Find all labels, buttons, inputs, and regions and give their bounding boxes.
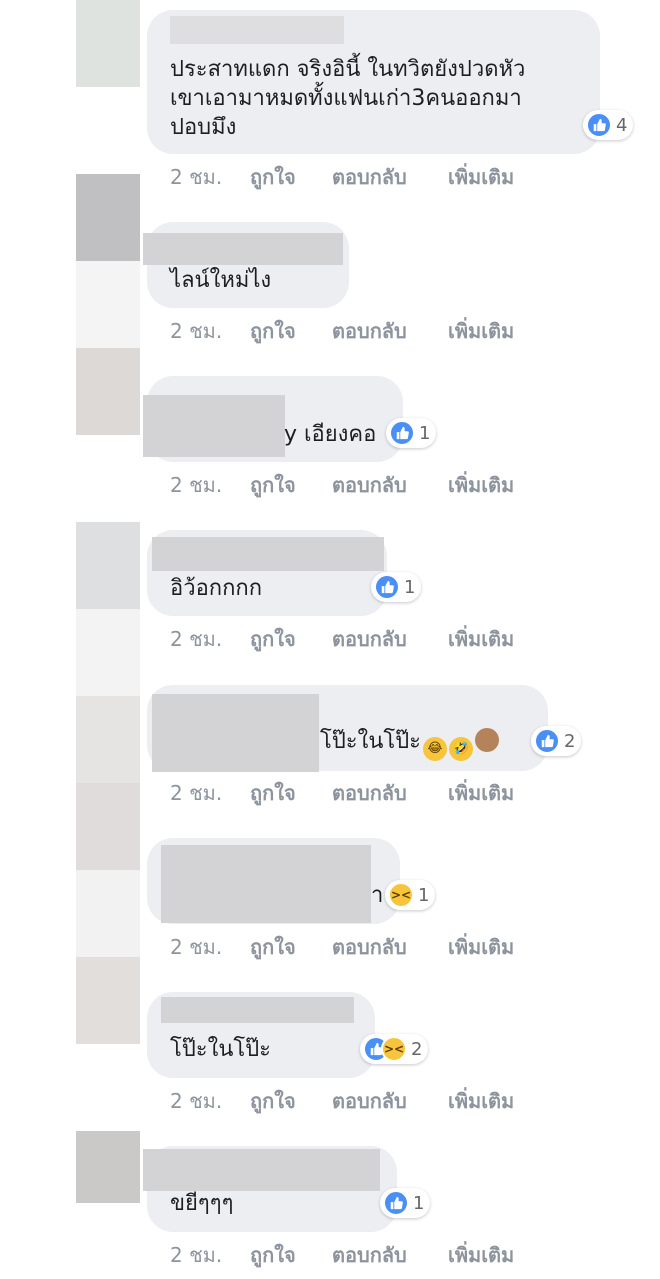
more-link[interactable]: เพิ่มเติม [448,623,514,655]
like-icon [389,420,415,446]
avatar [76,609,140,696]
see-no-evil-monkey-emoji [474,728,499,752]
avatar[interactable] [76,1131,140,1203]
comment-item: ประสาทแดก จริงอินี้ ในทวิตยังปวดหัว เขาเ… [0,0,660,195]
reaction-count: 1 [419,422,431,444]
like-link[interactable]: ถูกใจ [250,1239,332,1271]
blurred-author-name [143,395,285,457]
more-link[interactable]: เพิ่มเติม [448,161,514,193]
avatar [76,261,140,348]
more-link[interactable]: เพิ่มเติม [448,1085,514,1117]
avatar[interactable] [76,348,140,435]
comment-actions: 2 ชม. ถูกใจ ตอบกลับ เพิ่มเติม [170,931,514,963]
comment-text-line: ขยีๆๆๆ [170,1191,234,1216]
comment-text: โป๊ะในโป๊ะ [320,729,421,754]
comment-actions: 2 ชม. ถูกใจ ตอบกลับ เพิ่มเติม [170,315,514,347]
reply-link[interactable]: ตอบกลับ [332,469,448,501]
reaction-count: 2 [411,1038,423,1060]
like-link[interactable]: ถูกใจ [250,315,332,347]
reply-link[interactable]: ตอบกลับ [332,1085,448,1117]
more-link[interactable]: เพิ่มเติม [448,777,514,809]
reaction-count: 1 [413,1192,425,1214]
more-link[interactable]: เพิ่มเติม [448,469,514,501]
comment-actions: 2 ชม. ถูกใจ ตอบกลับ เพิ่มเติม [170,161,514,193]
comment-actions: 2 ชม. ถูกใจ ตอบกลับ เพิ่มเติม [170,1239,514,1271]
reaction-summary[interactable]: 2 [531,726,582,756]
comment-timestamp[interactable]: 2 ชม. [170,161,250,193]
like-link[interactable]: ถูกใจ [250,623,332,655]
like-icon [586,112,612,138]
blurred-author-name [161,997,354,1023]
blurred-author-name [152,694,319,772]
more-link[interactable]: เพิ่มเติม [448,1239,514,1271]
like-icon [383,1190,409,1216]
comment-text-line: ปอบมึง [170,115,237,140]
reaction-summary[interactable]: 1 [371,572,422,602]
reaction-summary[interactable]: >< 1 [385,880,436,910]
avatar [76,870,140,957]
blurred-author-name [161,845,371,923]
more-link[interactable]: เพิ่มเติม [448,315,514,347]
comment-actions: 2 ชม. ถูกใจ ตอบกลับ เพิ่มเติม [170,623,514,655]
comment-timestamp[interactable]: 2 ชม. [170,315,250,347]
comment-timestamp[interactable]: 2 ชม. [170,931,250,963]
blurred-author-name [170,16,344,44]
like-link[interactable]: ถูกใจ [250,777,332,809]
reaction-count: 1 [404,576,416,598]
reaction-count: 1 [418,884,430,906]
comment-text-line: โป๊ะในโป๊ะ [170,1037,271,1062]
like-icon [534,728,560,754]
comment-actions: 2 ชม. ถูกใจ ตอบกลับ เพิ่มเติม [170,1085,514,1117]
comment-timestamp[interactable]: 2 ชม. [170,469,250,501]
more-link[interactable]: เพิ่มเติม [448,931,514,963]
reply-link[interactable]: ตอบกลับ [332,161,448,193]
haha-reaction-icon: >< [388,882,414,908]
comment-text-line: อิว้อกกกก [170,576,263,601]
comment-timestamp[interactable]: 2 ชม. [170,623,250,655]
reply-link[interactable]: ตอบกลับ [332,623,448,655]
blurred-author-name [143,233,343,265]
reaction-summary[interactable]: 1 [386,418,437,448]
comment-text-line: า [371,883,384,908]
comment-text-line: โป๊ะในโป๊ะ 😂 🤣 [320,727,499,761]
avatar[interactable] [76,957,140,1044]
blurred-author-name [152,537,384,571]
avatar[interactable] [76,696,140,783]
comment-actions: 2 ชม. ถูกใจ ตอบกลับ เพิ่มเติม [170,777,514,809]
comment-timestamp[interactable]: 2 ชม. [170,1085,250,1117]
reply-link[interactable]: ตอบกลับ [332,315,448,347]
reply-link[interactable]: ตอบกลับ [332,931,448,963]
reaction-summary[interactable]: 1 [380,1188,431,1218]
like-link[interactable]: ถูกใจ [250,931,332,963]
like-link[interactable]: ถูกใจ [250,469,332,501]
comment-text-line: ประสาทแดก จริงอินี้ ในทวิตยังปวดหัว [170,57,526,82]
comment-text-line: y เอียงคอ [284,422,377,447]
reaction-summary[interactable]: 4 [583,110,634,140]
like-icon [374,574,400,600]
comment-actions: 2 ชม. ถูกใจ ตอบกลับ เพิ่มเติม [170,469,514,501]
like-link[interactable]: ถูกใจ [250,1085,332,1117]
reaction-count: 2 [564,730,576,752]
comment-text-line: เขาเอามาหมดทั้งแฟนเก่า3คนออกมา [170,86,522,111]
reply-link[interactable]: ตอบกลับ [332,1239,448,1271]
comment-text-line: ไลน์ใหม่ไง [170,268,272,293]
blurred-author-name [143,1149,380,1191]
avatar[interactable] [76,522,140,609]
tears-of-joy-emoji: 😂 [422,737,447,761]
haha-reaction-icon: >< [381,1036,407,1062]
rofl-emoji: 🤣 [448,737,473,761]
reaction-summary[interactable]: >< 2 [360,1034,429,1064]
reaction-count: 4 [616,114,628,136]
like-link[interactable]: ถูกใจ [250,161,332,193]
comment-timestamp[interactable]: 2 ชม. [170,1239,250,1271]
avatar[interactable] [76,783,140,870]
reply-link[interactable]: ตอบกลับ [332,777,448,809]
comment-timestamp[interactable]: 2 ชม. [170,777,250,809]
